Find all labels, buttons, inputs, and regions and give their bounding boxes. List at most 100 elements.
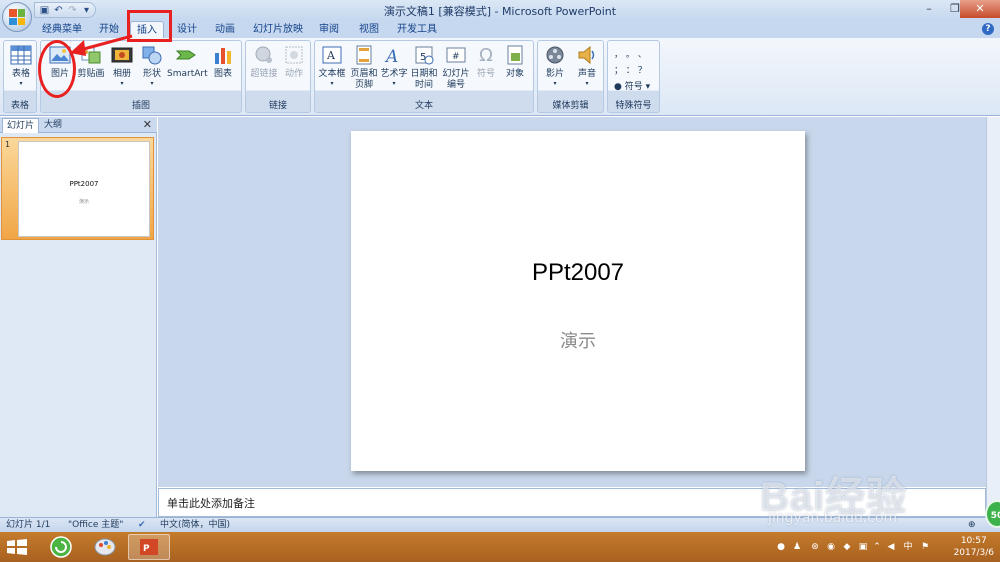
- qq-tray-icon[interactable]: ●: [776, 542, 786, 552]
- slide-thumbnail[interactable]: PPt2007 演示: [18, 141, 150, 237]
- chart-icon: [211, 43, 235, 67]
- ime-indicator[interactable]: 中: [902, 542, 914, 552]
- network-tray-icon[interactable]: ◉: [826, 542, 836, 552]
- movie-button[interactable]: 影片 ▾: [540, 43, 570, 87]
- header-footer-label-1: 页眉和: [350, 69, 378, 79]
- header-footer-icon: [352, 43, 376, 67]
- smartart-button[interactable]: SmartArt: [167, 43, 208, 80]
- screen-tray-icon[interactable]: ▣: [858, 542, 868, 552]
- omega-icon: Ω: [479, 44, 493, 66]
- svg-text:P: P: [143, 544, 150, 554]
- punctuation-row-1[interactable]: ， 。 、: [614, 47, 647, 60]
- hyperlink-button[interactable]: 超链接: [248, 43, 280, 80]
- arrow-tray-icon[interactable]: ⌃: [872, 542, 882, 552]
- clock-time: 10:57: [960, 536, 987, 546]
- vertical-scrollbar[interactable]: [986, 117, 1000, 517]
- ribbon: 表格 ▾ 表格 图片 剪贴画 相册 ▾ 形状 ▾ SmartArt 图表 插图 …: [0, 38, 1000, 116]
- volume-icon[interactable]: ◀: [886, 542, 896, 552]
- close-icon[interactable]: ✕: [143, 118, 152, 131]
- user-tray-icon[interactable]: ♟: [792, 542, 802, 552]
- language-status[interactable]: 中文(简体，中国): [160, 519, 230, 532]
- chart-button[interactable]: 图表: [209, 43, 237, 80]
- symbol-label: 符号: [476, 69, 495, 79]
- datetime-button[interactable]: 5 日期和 时间: [409, 43, 439, 91]
- office-button[interactable]: [2, 2, 32, 32]
- globe-link-icon: [252, 43, 276, 67]
- slide-number-icon: #: [444, 43, 468, 67]
- office-logo-icon: [9, 9, 25, 25]
- action-button[interactable]: 动作: [280, 43, 308, 80]
- tab-design[interactable]: 设计: [170, 21, 204, 38]
- windows-start-icon[interactable]: [6, 538, 28, 556]
- taskbar-360-browser[interactable]: [40, 534, 82, 560]
- wordart-icon: A: [382, 43, 406, 67]
- tab-review[interactable]: 审阅: [312, 21, 346, 38]
- powerpoint-icon: P: [140, 539, 158, 555]
- help-icon[interactable]: ?: [982, 23, 994, 35]
- textbox-label: 文本框: [318, 69, 346, 79]
- slide-number-label-2: 编号: [446, 80, 465, 90]
- table-button[interactable]: 表格 ▾: [7, 43, 35, 87]
- wordart-button[interactable]: A 艺术字 ▾: [380, 43, 408, 87]
- hyperlink-label: 超链接: [250, 69, 278, 79]
- group-text: A 文本框 ▾ 页眉和 页脚 A 艺术字 ▾ 5 日期和 时间 # 幻灯片 编号…: [314, 40, 534, 113]
- smartart-label: SmartArt: [167, 69, 208, 79]
- clock-date: 2017/3/6: [953, 548, 994, 558]
- clock[interactable]: 10:57 2017/3/6: [954, 535, 994, 559]
- tab-slides[interactable]: 幻灯片: [2, 118, 40, 133]
- thumbnail-title: PPt2007: [69, 180, 99, 188]
- flag-tray-icon[interactable]: ⚑: [920, 542, 930, 552]
- minimize-button[interactable]: –: [916, 0, 942, 18]
- spell-check-icon[interactable]: ✔: [138, 519, 146, 532]
- punctuation-row-2[interactable]: ； ： ？: [614, 63, 647, 76]
- special-symbol-dropdown[interactable]: ● 符号 ▾: [614, 79, 650, 92]
- slide-title[interactable]: PPt2007: [351, 259, 805, 287]
- shapes-button[interactable]: 形状 ▾: [139, 43, 165, 87]
- album-label: 相册: [112, 69, 131, 79]
- svg-text:A: A: [326, 49, 336, 62]
- speaker-icon: [575, 43, 599, 67]
- table-icon: [9, 43, 33, 67]
- calendar-icon: 5: [412, 43, 436, 67]
- taskbar-paint[interactable]: [84, 534, 126, 560]
- bullet-icon: ●: [614, 82, 622, 92]
- special-symbol-label: 符号: [624, 82, 643, 92]
- symbol-button[interactable]: Ω 符号: [473, 43, 499, 80]
- textbox-button[interactable]: A 文本框 ▾: [317, 43, 347, 87]
- slide-number-button[interactable]: # 幻灯片 编号: [440, 43, 472, 91]
- chevron-down-icon: ▾: [645, 82, 651, 92]
- taskbar-powerpoint[interactable]: P: [128, 534, 170, 560]
- notes-pane[interactable]: 单击此处添加备注: [158, 488, 986, 517]
- clipart-label: 剪贴画: [77, 69, 105, 79]
- header-footer-button[interactable]: 页眉和 页脚: [348, 43, 380, 91]
- slide-number: 1: [5, 140, 11, 149]
- tab-animation[interactable]: 动画: [208, 21, 242, 38]
- security-tray-icon[interactable]: ⊛: [810, 542, 820, 552]
- group-links-label: 链接: [268, 101, 287, 111]
- group-special-symbols: ， 。 、 ； ： ？ ● 符号 ▾ 特殊符号: [607, 40, 660, 113]
- close-button[interactable]: ✕: [960, 0, 1000, 18]
- zoom-in-icon[interactable]: ⊕: [968, 519, 976, 532]
- group-special-symbols-label: 特殊符号: [615, 101, 652, 111]
- sound-button[interactable]: 声音 ▾: [572, 43, 602, 87]
- slide-thumbnail-selected[interactable]: 1 PPt2007 演示: [1, 137, 154, 240]
- slide-subtitle[interactable]: 演示: [351, 327, 805, 353]
- taskbar: P ● ♟ ⊛ ◉ ◆ ▣ ⌃ ◀ 中 ⚑ 10:57 2017/3/6: [0, 532, 1000, 562]
- tab-developer[interactable]: 开发工具: [394, 21, 440, 38]
- slides-pane: 幻灯片 大纲 ✕ 1 PPt2007 演示: [0, 117, 157, 517]
- object-button[interactable]: 对象: [501, 43, 529, 80]
- tab-view[interactable]: 视图: [352, 21, 386, 38]
- shield-tray-icon[interactable]: ◆: [842, 542, 852, 552]
- action-icon: [282, 43, 306, 67]
- status-bar: 幻灯片 1/1 "Office 主题" ✔ 中文(简体，中国) ⊕: [0, 517, 1000, 532]
- thumbnail-subtitle: 演示: [78, 199, 89, 205]
- slide-canvas[interactable]: PPt2007 演示: [351, 131, 805, 471]
- svg-text:A: A: [384, 47, 398, 65]
- sound-label: 声音: [577, 69, 596, 79]
- tab-slideshow[interactable]: 幻灯片放映: [252, 21, 304, 38]
- group-media-label: 媒体剪辑: [552, 101, 589, 111]
- table-label: 表格: [11, 69, 30, 79]
- group-media: 影片 ▾ 声音 ▾ 媒体剪辑: [537, 40, 604, 113]
- movie-label: 影片: [545, 69, 564, 79]
- tab-outline[interactable]: 大纲: [40, 118, 66, 133]
